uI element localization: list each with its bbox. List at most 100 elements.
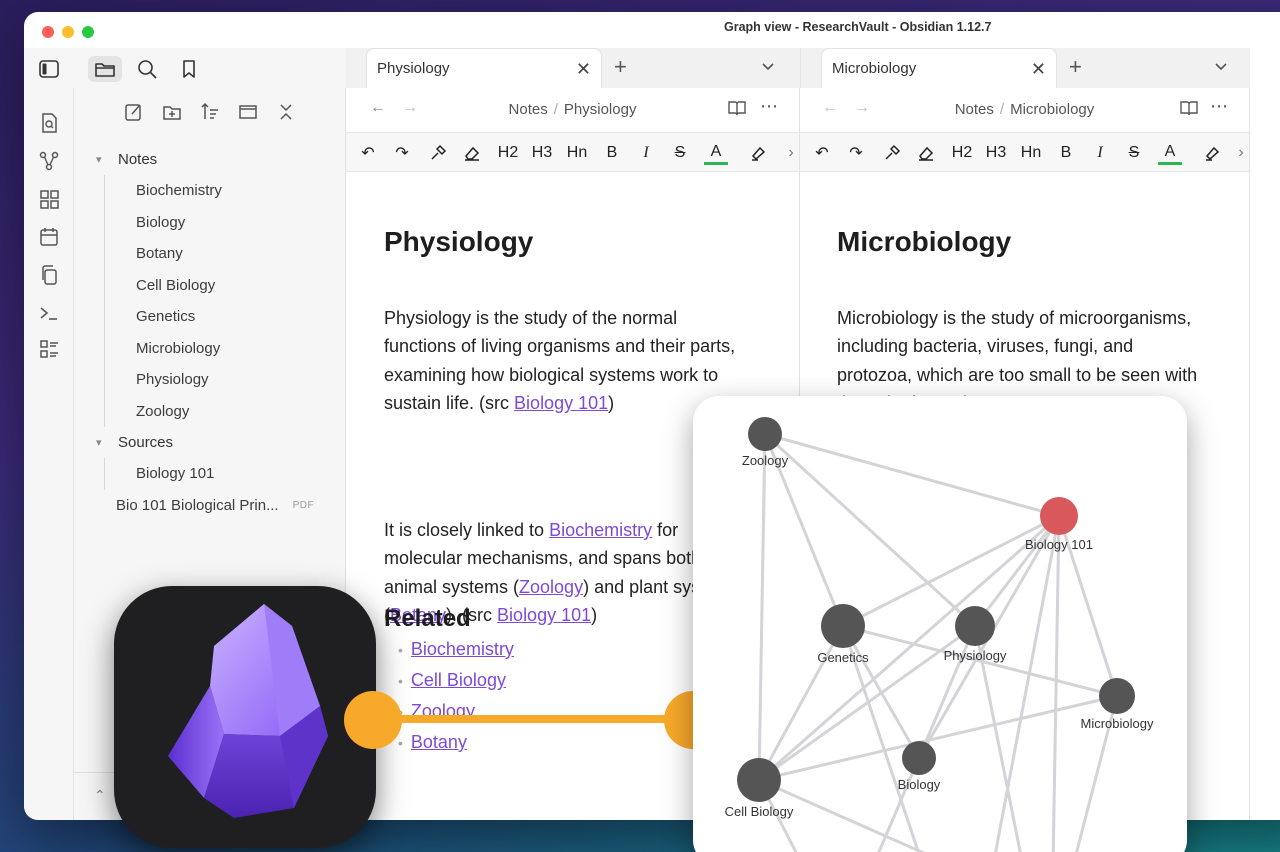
tab-microbiology[interactable]: Microbiology ✕ bbox=[821, 48, 1057, 88]
file-item[interactable]: Microbiology bbox=[74, 333, 345, 365]
heading-2-button[interactable]: H2 bbox=[496, 141, 520, 165]
canvas-icon[interactable] bbox=[38, 188, 60, 210]
quick-switcher-icon[interactable] bbox=[38, 112, 60, 134]
strikethrough-button[interactable]: S bbox=[670, 141, 690, 165]
collapse-all-icon[interactable] bbox=[274, 100, 298, 124]
more-options-icon[interactable]: ⋯ bbox=[1210, 96, 1228, 117]
reading-view-icon[interactable] bbox=[1180, 99, 1198, 122]
heading-3-button[interactable]: H3 bbox=[984, 141, 1008, 165]
folder-label: Sources bbox=[118, 434, 174, 451]
breadcrumb-note[interactable]: Physiology bbox=[564, 101, 637, 118]
graph-icon[interactable] bbox=[38, 150, 60, 172]
chevron-right-icon[interactable]: › bbox=[784, 141, 798, 165]
sort-icon[interactable] bbox=[198, 100, 222, 124]
breadcrumb-folder[interactable]: Notes bbox=[509, 101, 548, 118]
internal-link[interactable]: Biochemistry bbox=[549, 520, 652, 540]
new-note-icon[interactable] bbox=[122, 100, 146, 124]
redo-icon[interactable]: ↷ bbox=[390, 141, 414, 165]
eraser-icon[interactable] bbox=[914, 141, 938, 165]
graph-node-circle[interactable] bbox=[821, 604, 865, 648]
note-title: Microbiology bbox=[837, 226, 1012, 257]
reading-view-icon[interactable] bbox=[728, 99, 746, 122]
zoom-window-button[interactable] bbox=[82, 26, 94, 38]
file-item[interactable]: Botany bbox=[74, 238, 345, 270]
internal-link[interactable]: Biology 101 bbox=[497, 605, 591, 625]
bold-button[interactable]: B bbox=[1056, 141, 1076, 165]
vault-switcher-icon[interactable]: ⌃ bbox=[94, 787, 106, 804]
file-item[interactable]: Genetics bbox=[74, 301, 345, 333]
internal-link[interactable]: Biology 101 bbox=[514, 393, 608, 413]
graph-node-circle[interactable] bbox=[748, 417, 782, 451]
graph-node-label: Cell Biology bbox=[725, 804, 794, 819]
graph-node-circle[interactable] bbox=[737, 758, 781, 802]
graph-node[interactable]: Physiology bbox=[944, 606, 1007, 663]
graph-node[interactable]: Biology 101 bbox=[1025, 497, 1093, 552]
heading-2-button[interactable]: H2 bbox=[950, 141, 974, 165]
undo-icon[interactable]: ↶ bbox=[810, 141, 834, 165]
tab-physiology[interactable]: Physiology ✕ bbox=[366, 48, 602, 88]
file-item[interactable]: Biology bbox=[74, 207, 345, 239]
highlighter-icon[interactable] bbox=[1200, 141, 1224, 165]
sidebar-toggle-icon[interactable] bbox=[36, 56, 62, 82]
italic-button[interactable]: I bbox=[636, 141, 656, 165]
heading-3-button[interactable]: H3 bbox=[530, 141, 554, 165]
graph-view-card[interactable]: Zoology Biology 101 Genetics Physiology Micr… bbox=[693, 396, 1187, 852]
minimize-window-button[interactable] bbox=[62, 26, 74, 38]
internal-link[interactable]: Cell Biology bbox=[411, 670, 506, 691]
redo-icon[interactable]: ↷ bbox=[844, 141, 868, 165]
graph-canvas[interactable]: Zoology Biology 101 Genetics Physiology Micr… bbox=[693, 396, 1187, 852]
graph-node[interactable]: Microbiology bbox=[1081, 678, 1154, 731]
templates-icon[interactable] bbox=[38, 338, 60, 360]
graph-node[interactable]: Genetics bbox=[817, 604, 869, 665]
heading-n-button[interactable]: Hn bbox=[562, 141, 592, 165]
breadcrumb-note[interactable]: Microbiology bbox=[1010, 101, 1094, 118]
copy-icon[interactable] bbox=[38, 264, 60, 286]
bookmark-icon[interactable] bbox=[176, 56, 202, 82]
graph-node-circle[interactable] bbox=[1099, 678, 1135, 714]
graph-node[interactable]: Cell Biology bbox=[725, 758, 794, 819]
internal-link[interactable]: Biochemistry bbox=[411, 639, 514, 660]
close-icon[interactable]: ✕ bbox=[576, 59, 591, 80]
chevron-down-icon[interactable] bbox=[1213, 58, 1229, 79]
eraser-icon[interactable] bbox=[460, 141, 484, 165]
graph-node-circle[interactable] bbox=[955, 606, 995, 646]
graph-node-circle[interactable] bbox=[1040, 497, 1078, 535]
chevron-right-icon[interactable]: › bbox=[1234, 141, 1248, 165]
file-item[interactable]: Biology 101 bbox=[74, 458, 345, 490]
graph-node[interactable]: Biology bbox=[898, 741, 941, 792]
more-options-icon[interactable]: ⋯ bbox=[760, 96, 778, 117]
calendar-icon[interactable] bbox=[38, 226, 60, 248]
bold-button[interactable]: B bbox=[602, 141, 622, 165]
folder-sources[interactable]: ▾ Sources bbox=[74, 427, 345, 458]
pdf-file-item[interactable]: Bio 101 Biological Prin... PDF bbox=[74, 490, 345, 521]
highlighter-icon[interactable] bbox=[746, 141, 770, 165]
graph-node[interactable]: Zoology bbox=[742, 417, 789, 468]
new-folder-icon[interactable] bbox=[160, 100, 184, 124]
undo-icon[interactable]: ↶ bbox=[356, 141, 380, 165]
internal-link[interactable]: Botany bbox=[411, 732, 467, 753]
file-item[interactable]: Biochemistry bbox=[74, 175, 345, 207]
heading-n-button[interactable]: Hn bbox=[1016, 141, 1046, 165]
italic-button[interactable]: I bbox=[1090, 141, 1110, 165]
new-tab-icon[interactable]: + bbox=[1069, 54, 1082, 80]
internal-link[interactable]: Zoology bbox=[519, 577, 583, 597]
terminal-icon[interactable] bbox=[38, 302, 60, 324]
collapse-view-icon[interactable] bbox=[236, 100, 260, 124]
format-painter-icon[interactable] bbox=[426, 141, 450, 165]
folder-notes[interactable]: ▾ Notes bbox=[74, 144, 345, 175]
close-icon[interactable]: ✕ bbox=[1031, 59, 1046, 80]
folder-icon[interactable] bbox=[88, 56, 122, 82]
format-painter-icon[interactable] bbox=[880, 141, 904, 165]
chevron-down-icon[interactable] bbox=[760, 58, 776, 79]
text-color-button[interactable]: A bbox=[704, 141, 728, 165]
close-window-button[interactable] bbox=[42, 26, 54, 38]
file-item[interactable]: Cell Biology bbox=[74, 270, 345, 302]
text-color-button[interactable]: A bbox=[1158, 141, 1182, 165]
file-item[interactable]: Zoology bbox=[74, 396, 345, 428]
breadcrumb-folder[interactable]: Notes bbox=[955, 101, 994, 118]
strikethrough-button[interactable]: S bbox=[1124, 141, 1144, 165]
search-icon[interactable] bbox=[134, 56, 160, 82]
new-tab-icon[interactable]: + bbox=[614, 54, 627, 80]
graph-node-circle[interactable] bbox=[902, 741, 936, 775]
file-item[interactable]: Physiology bbox=[74, 364, 345, 396]
